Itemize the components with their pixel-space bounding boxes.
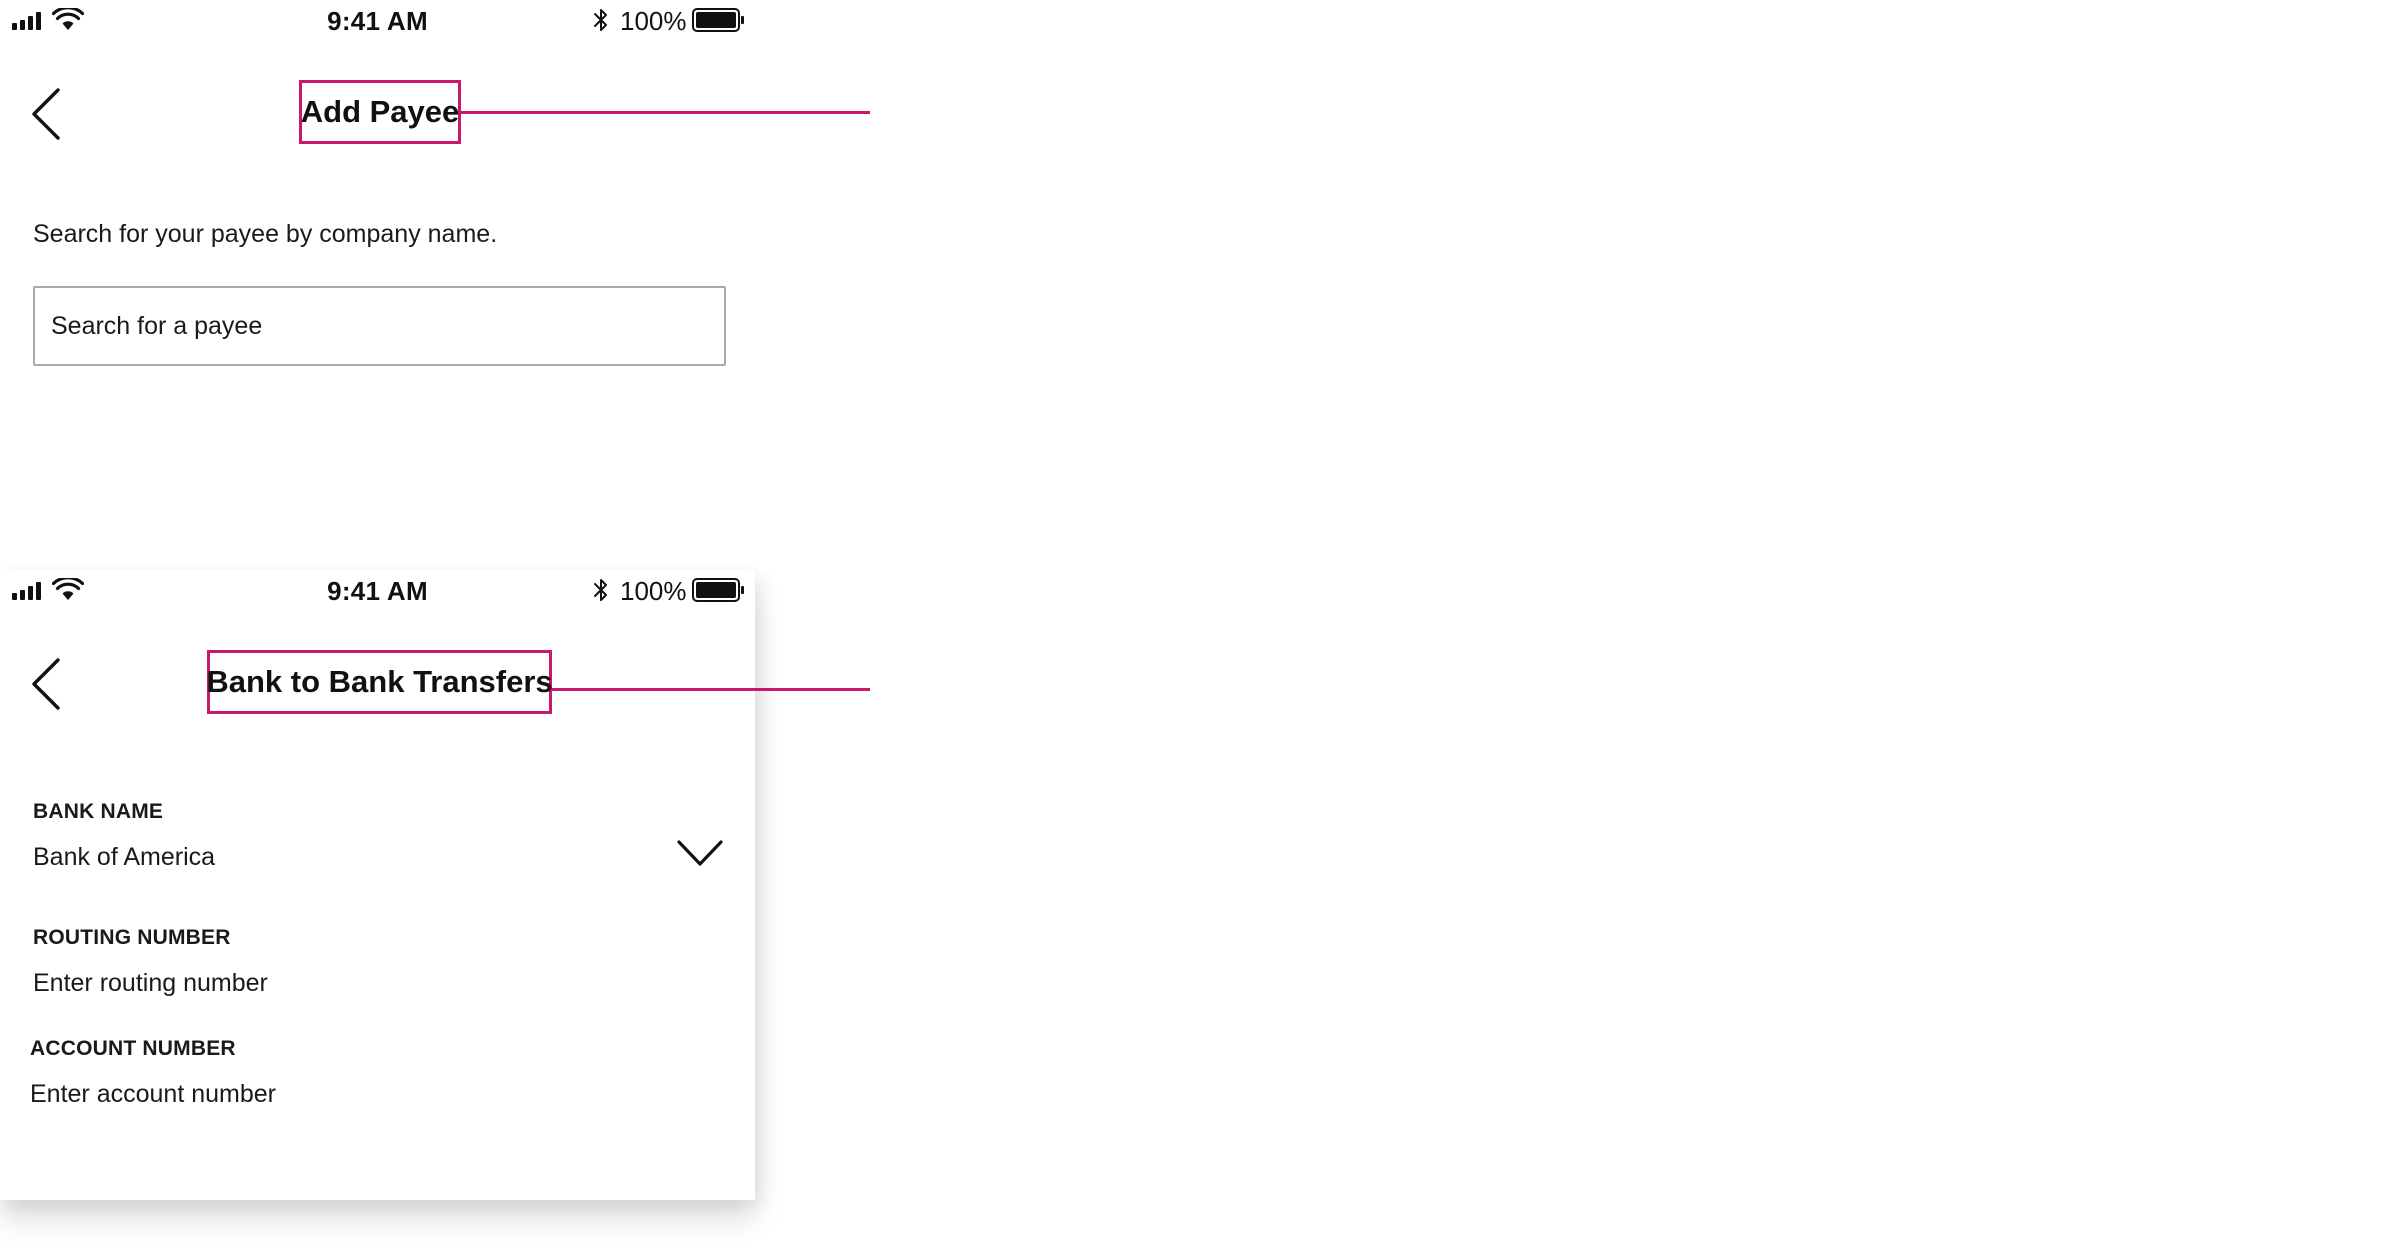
bank-transfer-screen: 9:41 AM 100% Bank to Bank Transfers BANK… bbox=[0, 570, 755, 1200]
search-instruction: Search for your payee by company name. bbox=[33, 220, 498, 248]
battery-icon bbox=[692, 578, 744, 602]
battery-icon bbox=[692, 8, 744, 32]
back-icon[interactable] bbox=[28, 656, 62, 712]
page-title: Add Payee bbox=[299, 80, 461, 144]
battery-percentage: 100% bbox=[620, 576, 687, 606]
bluetooth-icon bbox=[594, 9, 607, 31]
account-number-label: ACCOUNT NUMBER bbox=[30, 1037, 236, 1060]
title-callout-line bbox=[552, 688, 870, 691]
routing-number-input[interactable] bbox=[33, 969, 633, 998]
payee-search-input[interactable] bbox=[33, 286, 726, 366]
status-bar: 9:41 AM 100% bbox=[0, 570, 755, 612]
chevron-down-icon[interactable] bbox=[676, 838, 724, 868]
battery-percentage: 100% bbox=[620, 6, 687, 36]
page-title: Bank to Bank Transfers bbox=[206, 650, 553, 714]
back-icon[interactable] bbox=[28, 86, 62, 142]
status-bar: 9:41 AM 100% bbox=[0, 0, 755, 42]
title-callout-line bbox=[461, 111, 870, 114]
bluetooth-icon bbox=[594, 579, 607, 601]
bank-name-select[interactable]: Bank of America bbox=[33, 843, 215, 872]
add-payee-screen: 9:41 AM 100% Add Payee Search for your p… bbox=[0, 0, 755, 410]
bank-name-label: BANK NAME bbox=[33, 800, 164, 823]
routing-number-label: ROUTING NUMBER bbox=[33, 926, 231, 949]
account-number-input[interactable] bbox=[30, 1080, 630, 1109]
